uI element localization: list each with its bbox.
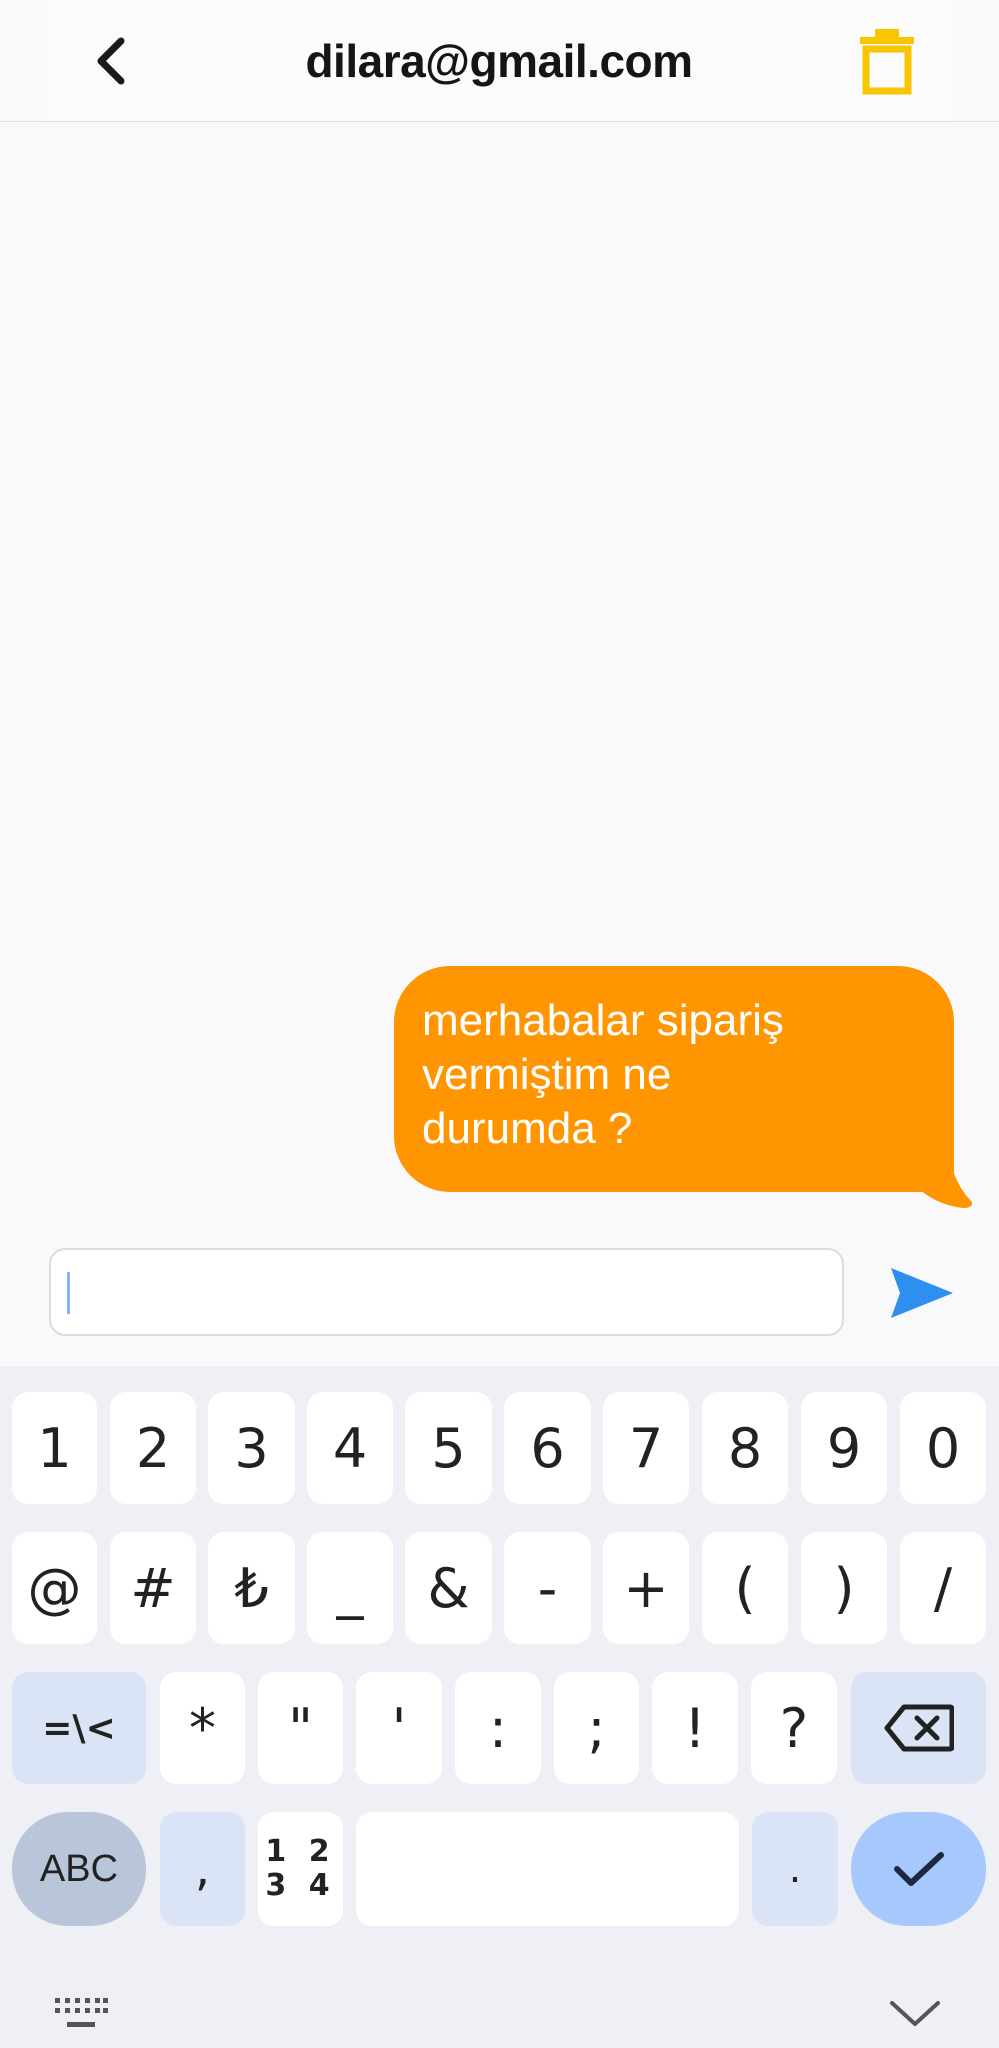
- message-line-2: vermiştim ne: [422, 1050, 672, 1099]
- key-minus[interactable]: -: [504, 1532, 591, 1644]
- key-close-paren[interactable]: ): [801, 1532, 887, 1644]
- sent-message-bubble: merhabalar sipariş vermiştim ne durumda …: [394, 966, 954, 1192]
- key-slash[interactable]: /: [900, 1532, 986, 1644]
- key-6[interactable]: 6: [504, 1392, 591, 1504]
- symbol-keyboard: 1 2 3 4 5 6 7 8 9 0 @ # ₺ _ & - + ( ) / …: [0, 1366, 999, 2048]
- key-more-symbols[interactable]: =\<: [12, 1672, 146, 1784]
- key-asterisk[interactable]: *: [160, 1672, 245, 1784]
- header-divider: [0, 121, 999, 122]
- key-semicolon[interactable]: ;: [554, 1672, 639, 1784]
- numpad-top-label: 1 2: [265, 1834, 336, 1869]
- key-numpad-toggle[interactable]: 1 2 3 4: [258, 1812, 343, 1926]
- hide-keyboard-button[interactable]: [880, 1990, 950, 2036]
- message-line-1: merhabalar sipariş: [422, 996, 784, 1045]
- done-key[interactable]: [851, 1812, 986, 1926]
- bubble-tail: [920, 1160, 972, 1208]
- trash-icon: [860, 29, 914, 95]
- send-button[interactable]: [880, 1254, 964, 1332]
- key-8[interactable]: 8: [702, 1392, 788, 1504]
- key-colon[interactable]: :: [455, 1672, 541, 1784]
- key-9[interactable]: 9: [801, 1392, 887, 1504]
- checkmark-icon: [893, 1852, 944, 1886]
- key-exclamation[interactable]: !: [652, 1672, 738, 1784]
- key-ampersand[interactable]: &: [405, 1532, 492, 1644]
- key-plus[interactable]: +: [603, 1532, 689, 1644]
- key-open-paren[interactable]: (: [702, 1532, 788, 1644]
- key-0[interactable]: 0: [900, 1392, 986, 1504]
- key-abc[interactable]: ABC: [12, 1812, 146, 1926]
- key-double-quote[interactable]: ": [258, 1672, 343, 1784]
- message-line-3: durumda ?: [422, 1104, 633, 1153]
- key-lira[interactable]: ₺: [208, 1532, 295, 1644]
- message-input[interactable]: [49, 1248, 844, 1336]
- numpad-bottom-label: 3 4: [265, 1868, 336, 1903]
- chevron-down-icon: [890, 2001, 940, 2026]
- key-at[interactable]: @: [12, 1532, 97, 1644]
- backspace-icon: [884, 1704, 954, 1752]
- chat-screen: dilara@gmail.com merhabalar sipariş verm…: [0, 0, 999, 2048]
- key-single-quote[interactable]: ': [356, 1672, 442, 1784]
- back-button[interactable]: [46, 0, 176, 122]
- text-caret: [67, 1272, 70, 1314]
- key-space[interactable]: [356, 1812, 739, 1926]
- keyboard-switch-button[interactable]: [46, 1990, 116, 2036]
- key-5[interactable]: 5: [405, 1392, 492, 1504]
- backspace-key[interactable]: [851, 1672, 986, 1784]
- key-3[interactable]: 3: [208, 1392, 295, 1504]
- key-underscore[interactable]: _: [307, 1532, 393, 1644]
- app-header: dilara@gmail.com: [0, 0, 999, 122]
- send-icon: [891, 1268, 953, 1318]
- key-1[interactable]: 1: [12, 1392, 97, 1504]
- key-4[interactable]: 4: [307, 1392, 393, 1504]
- key-7[interactable]: 7: [603, 1392, 689, 1504]
- chevron-left-icon: [97, 37, 125, 85]
- key-period[interactable]: .: [752, 1812, 838, 1926]
- key-hash[interactable]: #: [110, 1532, 196, 1644]
- page-title: dilara@gmail.com: [178, 0, 820, 122]
- key-question[interactable]: ?: [751, 1672, 837, 1784]
- keyboard-icon: [55, 1998, 108, 2027]
- delete-button[interactable]: [822, 0, 952, 122]
- key-2[interactable]: 2: [110, 1392, 196, 1504]
- key-comma[interactable]: ,: [160, 1812, 245, 1926]
